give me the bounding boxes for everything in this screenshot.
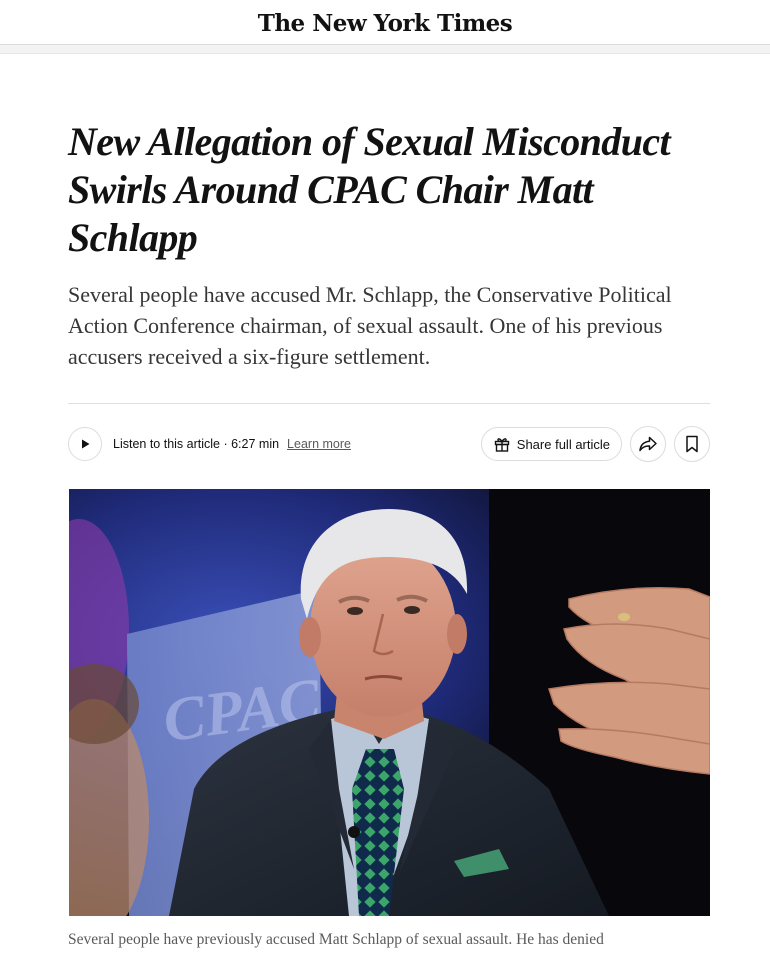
article-headline: New Allegation of Sexual Misconduct Swir…	[68, 119, 671, 260]
photo-eye-left	[347, 607, 363, 615]
share-button[interactable]	[630, 426, 666, 462]
photo-eye-right	[404, 606, 420, 614]
learn-more-link[interactable]: Learn more	[287, 437, 351, 451]
header-divider	[68, 403, 710, 404]
gift-icon	[494, 438, 509, 452]
masthead: The New York Times	[0, 0, 770, 45]
article-summary: Several people have accused Mr. Schlapp,…	[68, 282, 672, 369]
photo-ring	[618, 613, 630, 621]
save-button[interactable]	[674, 426, 710, 462]
nyt-logo[interactable]: The New York Times	[258, 10, 513, 37]
share-full-article-label: Share full article	[516, 436, 610, 452]
photo-ear-right	[447, 614, 467, 654]
photo-ear-left	[299, 617, 321, 657]
photo-lapel-mic	[348, 826, 360, 838]
lead-photo[interactable]: CPAC	[69, 489, 710, 916]
share-arrow-icon	[639, 436, 657, 452]
play-button[interactable]	[68, 427, 102, 461]
lead-photo-illustration: CPAC	[69, 489, 710, 916]
play-icon	[82, 439, 90, 449]
article-toolbar: Listen to this article · 6:27 min Learn …	[68, 424, 710, 464]
bookmark-icon	[686, 435, 698, 453]
listen-label: Listen to this article · 6:27 min	[113, 437, 280, 451]
masthead-divider	[0, 45, 770, 54]
photo-caption: Several people have previously accused M…	[68, 931, 604, 948]
share-full-article-button[interactable]: Share full article	[480, 427, 622, 461]
article-page: The New York Times New Allegation of Sex…	[0, 0, 770, 953]
